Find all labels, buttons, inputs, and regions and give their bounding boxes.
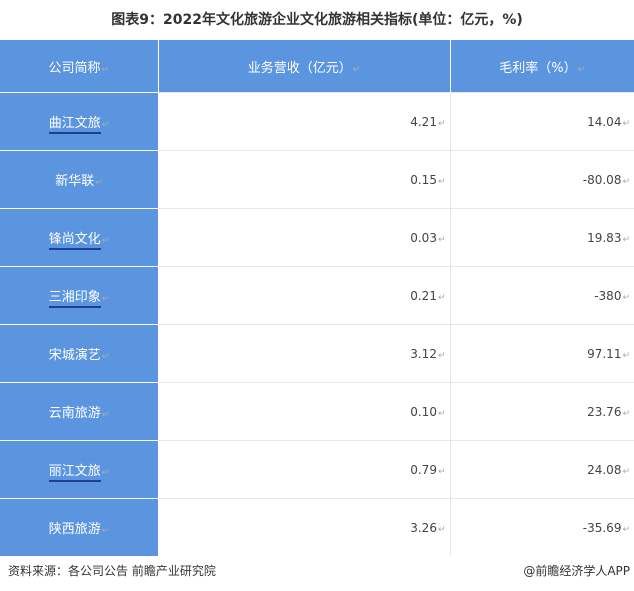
company-name: 宋城演艺↵	[0, 324, 158, 383]
revenue-cell: 0.79↵	[158, 440, 451, 499]
table-header-row: 公司简称↵ 业务营收（亿元）↵ 毛利率（%）↵	[0, 40, 634, 93]
company-name: 丽江文旅↵	[0, 440, 158, 499]
revenue-cell: 0.03↵	[158, 208, 451, 267]
table-row: 曲江文旅↵ 4.21↵ 14.04↵	[0, 92, 634, 151]
table-row: 云南旅游↵ 0.10↵ 23.76↵	[0, 382, 634, 441]
margin-cell: 23.76↵	[450, 382, 634, 441]
header-company: 公司简称↵	[0, 40, 159, 93]
page-title: 图表9：2022年文化旅游企业文化旅游相关指标(单位：亿元，%)	[111, 12, 523, 28]
table-row: 丽江文旅↵ 0.79↵ 24.08↵	[0, 440, 634, 499]
company-name: 锋尚文化↵	[0, 208, 158, 267]
margin-cell: 14.04↵	[450, 92, 634, 151]
revenue-cell: 3.26↵	[158, 498, 451, 556]
revenue-cell: 0.10↵	[158, 382, 451, 441]
table-row: 三湘印象↵ 0.21↵ -380↵	[0, 266, 634, 325]
revenue-cell: 4.21↵	[158, 92, 451, 151]
table-row: 宋城演艺↵ 3.12↵ 97.11↵	[0, 324, 634, 383]
margin-cell: 97.11↵	[450, 324, 634, 383]
margin-cell: -35.69↵	[450, 498, 634, 556]
source-note: 资料来源：各公司公告 前瞻产业研究院	[8, 564, 216, 578]
revenue-cell: 0.15↵	[158, 150, 451, 209]
margin-cell: 24.08↵	[450, 440, 634, 499]
footer: 资料来源：各公司公告 前瞻产业研究院 @前瞻经济学人APP	[0, 558, 634, 584]
credit-note: @前瞻经济学人APP	[523, 564, 630, 578]
header-margin: 毛利率（%）↵	[450, 40, 634, 93]
table-row: 锋尚文化↵ 0.03↵ 19.83↵	[0, 208, 634, 267]
margin-cell: -380↵	[450, 266, 634, 325]
margin-cell: -80.08↵	[450, 150, 634, 209]
data-table: 公司简称↵ 业务营收（亿元）↵ 毛利率（%）↵ 曲江文旅↵ 4.21↵ 14.0…	[0, 40, 634, 556]
company-name: 新华联↵	[0, 150, 158, 209]
company-name: 曲江文旅↵	[0, 92, 158, 151]
table-row: 陕西旅游↵ 3.26↵ -35.69↵	[0, 498, 634, 556]
company-name: 三湘印象↵	[0, 266, 158, 325]
table-row: 新华联↵ 0.15↵ -80.08↵	[0, 150, 634, 209]
company-name: 云南旅游↵	[0, 382, 158, 441]
company-name: 陕西旅游↵	[0, 498, 158, 556]
revenue-cell: 3.12↵	[158, 324, 451, 383]
revenue-cell: 0.21↵	[158, 266, 451, 325]
header-revenue: 业务营收（亿元）↵	[158, 40, 451, 93]
margin-cell: 19.83↵	[450, 208, 634, 267]
